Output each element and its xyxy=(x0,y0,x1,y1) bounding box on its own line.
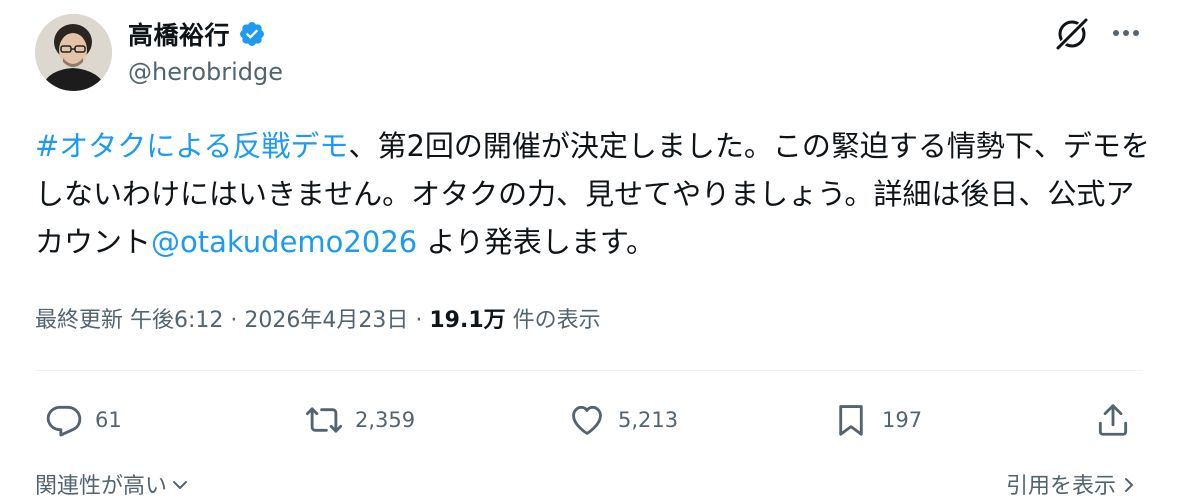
quotes-label: 引用を表示 xyxy=(1005,474,1116,499)
more-options-icon[interactable] xyxy=(1108,18,1144,48)
tweet-text-part2: より発表します。 xyxy=(417,225,655,259)
grok-icon[interactable] xyxy=(1054,16,1090,52)
meta-separator: · xyxy=(408,308,430,333)
mention-link[interactable]: @otakudemo2026 xyxy=(151,225,417,259)
chevron-down-icon xyxy=(171,475,189,493)
tweet-time[interactable]: 午後6:12 xyxy=(130,308,223,333)
updated-label: 最終更新 xyxy=(35,308,124,333)
bookmark-icon xyxy=(832,401,870,439)
share-button[interactable] xyxy=(1094,398,1132,442)
avatar[interactable] xyxy=(35,14,112,91)
reply-count: 61 xyxy=(95,408,122,432)
views-label: 件の表示 xyxy=(505,308,601,333)
sort-related-dropdown[interactable]: 関連性が高い xyxy=(35,468,189,500)
meta-separator: · xyxy=(223,308,245,333)
share-icon xyxy=(1094,401,1132,439)
like-count: 5,213 xyxy=(618,408,679,432)
divider xyxy=(35,370,1143,371)
retweet-icon xyxy=(305,401,343,439)
like-button[interactable]: 5,213 xyxy=(568,398,678,442)
views-count[interactable]: 19.1万 xyxy=(429,308,505,333)
tweet-date[interactable]: 2026年4月23日 xyxy=(244,308,408,333)
tweet-card: 高橋裕行 @herobridge #オタクによる反戦デモ、第2回の開催が決定しま… xyxy=(0,0,1178,500)
display-name-row: 高橋裕行 xyxy=(128,16,266,52)
display-name[interactable]: 高橋裕行 xyxy=(128,16,230,52)
retweet-button[interactable]: 2,359 xyxy=(305,398,415,442)
bookmark-button[interactable]: 197 xyxy=(832,398,922,442)
tweet-meta: 最終更新 午後6:12 · 2026年4月23日 · 19.1万 件の表示 xyxy=(35,302,601,334)
reply-button[interactable]: 61 xyxy=(45,398,122,442)
bookmark-count: 197 xyxy=(882,408,923,432)
heart-icon xyxy=(568,401,606,439)
verified-badge-icon xyxy=(238,20,266,48)
reply-icon xyxy=(45,401,83,439)
view-quotes-link[interactable]: 引用を表示 xyxy=(1006,468,1138,500)
tweet-text: #オタクによる反戦デモ、第2回の開催が決定しました。この緊迫する情勢下、デモをし… xyxy=(35,122,1150,266)
user-handle[interactable]: @herobridge xyxy=(128,58,283,86)
chevron-right-icon xyxy=(1120,475,1138,493)
retweet-count: 2,359 xyxy=(355,408,416,432)
related-label: 関連性が高い xyxy=(35,474,168,499)
hashtag-link[interactable]: #オタクによる反戦デモ xyxy=(35,129,348,163)
